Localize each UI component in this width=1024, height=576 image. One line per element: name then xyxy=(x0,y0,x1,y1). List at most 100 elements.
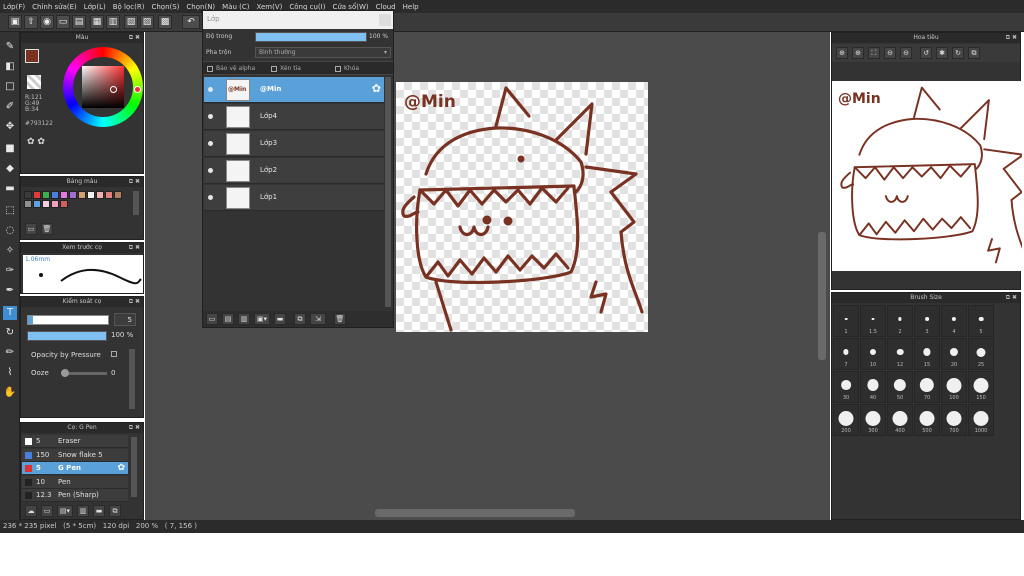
palette-swatch[interactable] xyxy=(33,191,41,199)
palette-scrollbar[interactable] xyxy=(133,191,139,215)
flip-icon[interactable]: ⧉ xyxy=(968,47,980,59)
pen-tool-icon[interactable]: ✏ xyxy=(3,346,17,360)
brush-duplicate-icon[interactable]: ⧉ xyxy=(109,505,121,517)
select-tool-icon[interactable]: ⬚ xyxy=(3,204,17,218)
palette-swatch[interactable] xyxy=(60,191,68,199)
drawing-canvas[interactable]: @Min xyxy=(396,82,648,332)
brush-size-cell[interactable]: 500 xyxy=(914,404,940,436)
zoom-in-2-icon[interactable]: ⊕ xyxy=(852,47,864,59)
bucket-tool-icon[interactable]: ◆ xyxy=(3,162,17,176)
layer-row[interactable]: Lớp3 xyxy=(204,131,384,157)
fit-icon[interactable]: ⛶ xyxy=(868,47,880,59)
brush-size-cell[interactable]: 5 xyxy=(968,305,994,337)
palette-swatch[interactable] xyxy=(24,191,32,199)
brush-size-cell[interactable]: 70 xyxy=(914,371,940,403)
menu-item[interactable]: Lớp(F) xyxy=(3,3,25,11)
opacity-slider[interactable] xyxy=(27,331,107,341)
lasso-tool-icon[interactable]: ◌ xyxy=(3,224,17,238)
protect-alpha-checkbox[interactable] xyxy=(207,66,213,72)
menu-item[interactable]: Chỉnh sửa(E) xyxy=(32,3,77,11)
open-file-icon[interactable]: ⇧ xyxy=(24,15,38,29)
new-layer-1bit-icon[interactable]: ▥ xyxy=(238,313,250,325)
hue-wheel[interactable] xyxy=(63,47,143,127)
brush-list-item[interactable]: 5 G Pen ✿ xyxy=(22,462,128,475)
new-halftone-layer-icon[interactable]: ▤ xyxy=(222,313,234,325)
brush-size-cell[interactable]: 20 xyxy=(941,338,967,370)
brush-size-cell[interactable]: 1 xyxy=(833,305,859,337)
palette-swatch[interactable] xyxy=(51,200,59,208)
rotate-right-icon[interactable]: ↻ xyxy=(952,47,964,59)
zoom-reset-icon[interactable]: ⊖ xyxy=(900,47,912,59)
brush-tool-icon[interactable]: ✎ xyxy=(3,40,17,54)
divide-tool-icon[interactable]: ↻ xyxy=(3,326,17,340)
brush-copy-icon[interactable]: ▥ xyxy=(77,505,89,517)
select-pen-tool-icon[interactable]: ✑ xyxy=(3,264,17,278)
layer-panel-titlebar[interactable]: Lớp xyxy=(203,11,393,29)
brush-size-cell[interactable]: 4 xyxy=(941,305,967,337)
add-layer-menu-icon[interactable]: ▣▾ xyxy=(254,313,270,325)
menu-item[interactable]: Chọn(S) xyxy=(151,3,179,11)
layer-settings-icon[interactable]: ✿ xyxy=(372,82,381,95)
brush-size-cell[interactable]: 400 xyxy=(887,404,913,436)
brush-list-item[interactable]: 5 Eraser xyxy=(22,435,128,448)
layer-row[interactable]: Lớp2 xyxy=(204,158,384,184)
brush-size-slider[interactable] xyxy=(27,315,109,325)
brush-size-cell[interactable]: 30 xyxy=(833,371,859,403)
rectangle-tool-icon[interactable]: □ xyxy=(3,80,17,94)
eraser-tool-icon[interactable]: ◧ xyxy=(3,60,17,74)
zoom-out-icon[interactable]: ⊖ xyxy=(884,47,896,59)
image-icon[interactable]: ▤ xyxy=(72,15,86,29)
ruler-icon[interactable]: ▥ xyxy=(106,15,120,29)
palette-swatch[interactable] xyxy=(69,191,77,199)
blend-mode-select[interactable]: Bình thường ▾ xyxy=(255,47,391,58)
layer-row[interactable]: Lớp1 xyxy=(204,185,384,211)
palette-swatch[interactable] xyxy=(78,191,86,199)
palette-swatch[interactable] xyxy=(51,191,59,199)
new-layer-icon[interactable]: ▭ xyxy=(206,313,218,325)
visibility-icon[interactable] xyxy=(208,141,213,146)
brush-size-cell[interactable]: 12 xyxy=(887,338,913,370)
text-tool-icon[interactable]: T xyxy=(3,306,17,320)
gradient-tool-icon[interactable]: ▬ xyxy=(3,182,17,196)
zoom-in-icon[interactable]: ⊕ xyxy=(836,47,848,59)
horizontal-scrollbar[interactable] xyxy=(375,509,575,517)
ooze-slider[interactable] xyxy=(61,369,107,377)
visibility-icon[interactable] xyxy=(208,114,213,119)
layer-opacity-slider[interactable] xyxy=(255,32,367,42)
brush-list-item[interactable]: 10 Pen xyxy=(22,475,128,489)
brush-size-cell[interactable]: 700 xyxy=(941,404,967,436)
brush-size-cell[interactable]: 3 xyxy=(914,305,940,337)
navigator-preview[interactable]: @Min xyxy=(832,81,1022,271)
layer-row[interactable]: Lớp4 xyxy=(204,104,384,130)
brush-size-cell[interactable]: 7 xyxy=(833,338,859,370)
snap-grid-icon[interactable]: ▩ xyxy=(158,15,172,29)
brush-folder-icon[interactable]: ▬ xyxy=(93,505,105,517)
palette-swatch[interactable] xyxy=(105,191,113,199)
palette-swatch[interactable] xyxy=(60,200,68,208)
brush-size-cell[interactable]: 100 xyxy=(941,371,967,403)
menu-item[interactable]: Bộ lọc(R) xyxy=(113,3,145,11)
brush-list-scrollbar[interactable] xyxy=(131,437,137,497)
brush-size-cell[interactable]: 25 xyxy=(968,338,994,370)
magic-wand-tool-icon[interactable]: ✧ xyxy=(3,244,17,258)
eyedropper-tool-icon[interactable]: ⌇ xyxy=(3,366,17,380)
cloud-brush-icon[interactable]: ☁ xyxy=(25,505,37,517)
palette-swatch[interactable] xyxy=(42,200,50,208)
grid-icon[interactable]: ▦ xyxy=(90,15,104,29)
brush-settings-icon[interactable]: ✿ xyxy=(117,462,125,475)
duplicate-layer-icon[interactable]: ⧉ xyxy=(294,313,306,325)
foreground-color-swatch[interactable] xyxy=(25,49,39,63)
visibility-icon[interactable] xyxy=(208,87,213,92)
palette-swatch[interactable] xyxy=(114,191,122,199)
layer-row[interactable]: @Min @Min ✿ xyxy=(204,77,384,103)
brush-control-scrollbar[interactable] xyxy=(129,349,135,409)
transparent-color-swatch[interactable] xyxy=(27,75,41,89)
brush-size-cell[interactable]: 10 xyxy=(860,338,886,370)
undo-icon[interactable]: ↶ xyxy=(182,15,200,29)
menu-item[interactable]: Help xyxy=(403,3,419,11)
lock-checkbox[interactable] xyxy=(335,66,341,72)
dot-pen-tool-icon[interactable]: ✐ xyxy=(3,100,17,114)
merge-layer-icon[interactable]: ⇲ xyxy=(310,313,326,325)
color-picker-cursor[interactable] xyxy=(110,86,117,93)
brush-size-cell[interactable]: 300 xyxy=(860,404,886,436)
